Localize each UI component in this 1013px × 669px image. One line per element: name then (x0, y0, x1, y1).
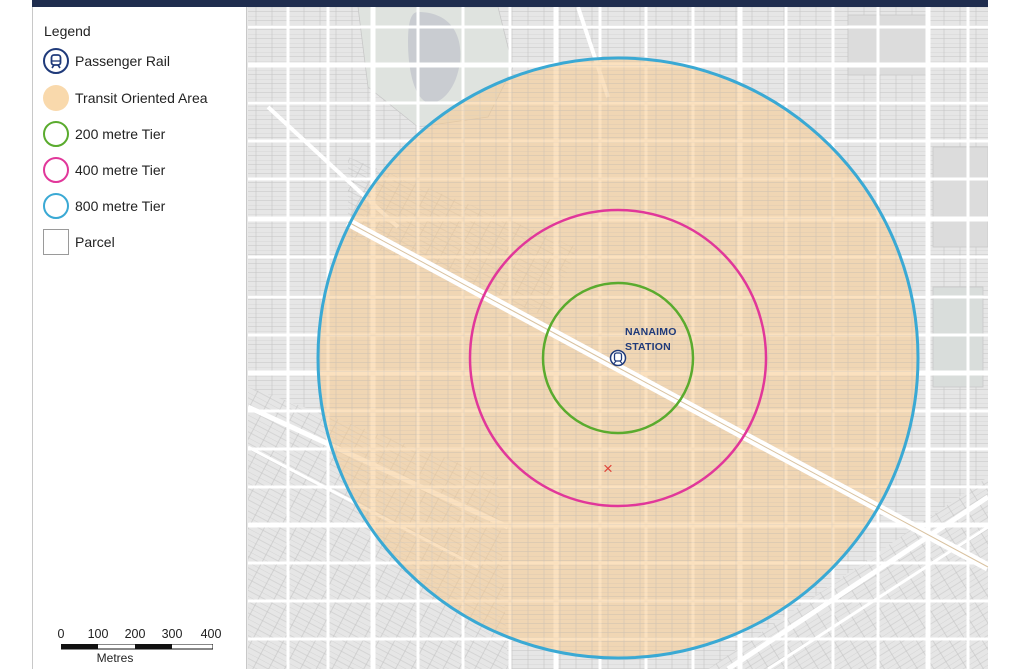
green-ring-icon (43, 121, 69, 147)
legend-item-800-tier: 800 metre Tier (43, 192, 165, 220)
passenger-rail-icon (43, 48, 69, 74)
scale-unit-label: Metres (96, 651, 134, 665)
page-margin-left (0, 0, 32, 669)
map-canvas[interactable]: NANAIMO STATION × (248, 7, 988, 669)
legend-panel: Legend Passenger Rail Transit Oriented A… (32, 7, 247, 669)
rail-station-icon[interactable] (609, 349, 627, 367)
legend-label: Passenger Rail (75, 53, 170, 69)
magenta-ring-icon (43, 157, 69, 183)
legend-item-200-tier: 200 metre Tier (43, 120, 165, 148)
blue-ring-icon (43, 193, 69, 219)
parcel-box-icon (43, 229, 69, 255)
map-svg: NANAIMO STATION × (248, 7, 988, 669)
legend-label: 400 metre Tier (75, 162, 166, 178)
scale-tick-label: 0 (57, 627, 65, 641)
legend-label: Parcel (75, 234, 115, 250)
page-margin-right (988, 0, 1013, 669)
scale-tick-label: 300 (161, 627, 183, 641)
scale-bar: 0 100 200 300 400 Metres (51, 625, 222, 665)
scale-tick-label: 200 (124, 627, 146, 641)
scale-tick-label: 400 (200, 627, 222, 641)
legend-label: 800 metre Tier (75, 198, 166, 214)
station-name-line2: STATION (625, 341, 671, 353)
legend-item-parcel: Parcel (43, 228, 115, 256)
legend-item-passenger-rail: Passenger Rail (43, 47, 170, 75)
legend-title: Legend (44, 23, 91, 39)
legend-label: Transit Oriented Area (75, 90, 208, 106)
x-marker-icon[interactable]: × (603, 459, 613, 478)
toa-swatch-icon (43, 85, 69, 111)
legend-item-transit-oriented-area: Transit Oriented Area (43, 84, 208, 112)
scale-tick-label: 100 (87, 627, 109, 641)
scale-bar-graphic (61, 644, 213, 650)
legend-item-400-tier: 400 metre Tier (43, 156, 165, 184)
legend-label: 200 metre Tier (75, 126, 166, 142)
station-name-line1: NANAIMO (625, 326, 677, 338)
map-frame-header (32, 0, 988, 7)
